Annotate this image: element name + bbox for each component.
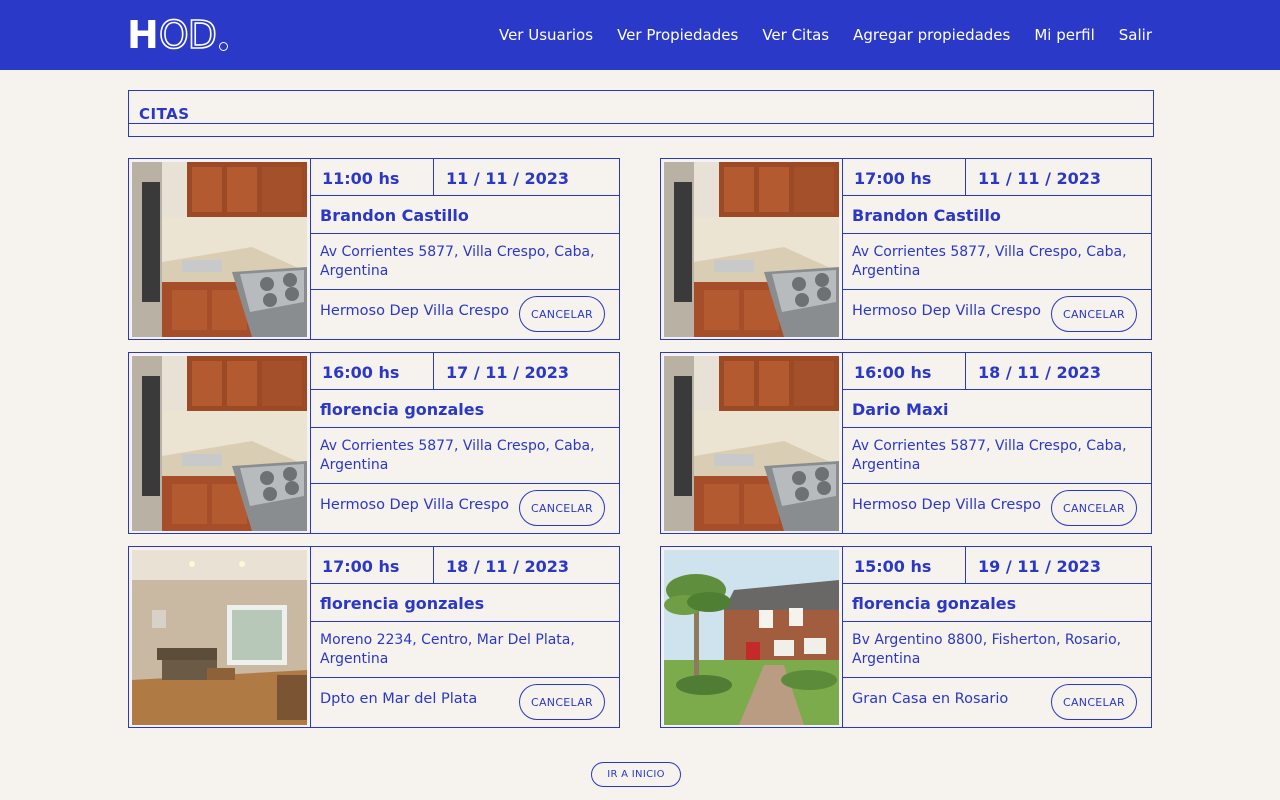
section-divider	[129, 123, 1153, 124]
property-photo	[664, 356, 839, 531]
kitchen-photo	[664, 162, 839, 337]
nav-salir[interactable]: Salir	[1119, 26, 1152, 44]
client-name: florencia gonzales	[310, 390, 619, 428]
property-address: Av Corrientes 5877, Villa Crespo, Caba, …	[842, 234, 1151, 290]
property-title: Dpto en Mar del Plata	[320, 691, 478, 707]
appointment-time: 16:00 hs	[842, 353, 966, 390]
kitchen-photo	[132, 162, 307, 337]
client-name: florencia gonzales	[842, 584, 1151, 622]
top-navbar: H OD Ver Usuarios Ver Propiedades Ver Ci…	[0, 0, 1280, 70]
logo-letters-od: OD	[158, 13, 218, 57]
section-title: CITAS	[139, 105, 190, 123]
main-nav: Ver Usuarios Ver Propiedades Ver Citas A…	[499, 0, 1152, 70]
property-title: Hermoso Dep Villa Crespo	[852, 497, 1041, 513]
appointment-card: 16:00 hs 17 / 11 / 2023 florencia gonzal…	[128, 352, 620, 534]
logo-dot	[218, 42, 228, 51]
go-home-button[interactable]: IR A INICIO	[591, 762, 681, 787]
property-title: Hermoso Dep Villa Crespo	[852, 303, 1041, 319]
property-address: Av Corrientes 5877, Villa Crespo, Caba, …	[842, 428, 1151, 484]
appointment-date: 19 / 11 / 2023	[966, 547, 1151, 584]
appointment-card: 11:00 hs 11 / 11 / 2023 Brandon Castillo…	[128, 158, 620, 340]
hod-logo[interactable]: H OD	[127, 13, 228, 57]
nav-ver-propiedades[interactable]: Ver Propiedades	[617, 26, 738, 44]
property-address: Moreno 2234, Centro, Mar Del Plata, Arge…	[310, 622, 619, 678]
cancel-button[interactable]: CANCELAR	[519, 684, 605, 720]
cancel-button[interactable]: CANCELAR	[519, 490, 605, 526]
appointment-card: 17:00 hs 11 / 11 / 2023 Brandon Castillo…	[660, 158, 1152, 340]
client-name: Brandon Castillo	[842, 196, 1151, 234]
appointment-card: 15:00 hs 19 / 11 / 2023 florencia gonzal…	[660, 546, 1152, 728]
living-room-photo	[132, 550, 307, 725]
kitchen-photo	[664, 356, 839, 531]
cancel-button[interactable]: CANCELAR	[1051, 490, 1137, 526]
appointment-date: 11 / 11 / 2023	[966, 159, 1151, 196]
appointment-time: 15:00 hs	[842, 547, 966, 584]
property-title: Hermoso Dep Villa Crespo	[320, 303, 509, 319]
appointment-time: 11:00 hs	[310, 159, 434, 196]
appointment-card: 17:00 hs 18 / 11 / 2023 florencia gonzal…	[128, 546, 620, 728]
appointment-time: 16:00 hs	[310, 353, 434, 390]
cancel-button[interactable]: CANCELAR	[519, 296, 605, 332]
client-name: Dario Maxi	[842, 390, 1151, 428]
appointment-date: 18 / 11 / 2023	[966, 353, 1151, 390]
section-header: CITAS	[128, 90, 1154, 137]
property-address: Bv Argentino 8800, Fisherton, Rosario, A…	[842, 622, 1151, 678]
property-photo	[664, 162, 839, 337]
property-title: Hermoso Dep Villa Crespo	[320, 497, 509, 513]
appointment-time: 17:00 hs	[842, 159, 966, 196]
kitchen-photo	[132, 356, 307, 531]
nav-mi-perfil[interactable]: Mi perfil	[1034, 26, 1094, 44]
appointment-card: 16:00 hs 18 / 11 / 2023 Dario Maxi Av Co…	[660, 352, 1152, 534]
property-photo	[132, 162, 307, 337]
cancel-button[interactable]: CANCELAR	[1051, 296, 1137, 332]
property-photo	[132, 356, 307, 531]
nav-ver-usuarios[interactable]: Ver Usuarios	[499, 26, 593, 44]
appointment-date: 11 / 11 / 2023	[434, 159, 619, 196]
logo-letter-h: H	[127, 13, 159, 57]
appointment-date: 17 / 11 / 2023	[434, 353, 619, 390]
property-title: Gran Casa en Rosario	[852, 691, 1009, 707]
client-name: Brandon Castillo	[310, 196, 619, 234]
property-address: Av Corrientes 5877, Villa Crespo, Caba, …	[310, 428, 619, 484]
client-name: florencia gonzales	[310, 584, 619, 622]
cancel-button[interactable]: CANCELAR	[1051, 684, 1137, 720]
nav-ver-citas[interactable]: Ver Citas	[762, 26, 829, 44]
appointment-date: 18 / 11 / 2023	[434, 547, 619, 584]
property-photo	[664, 550, 839, 725]
nav-agregar-propiedades[interactable]: Agregar propiedades	[853, 26, 1010, 44]
house-photo	[664, 550, 839, 725]
appointment-time: 17:00 hs	[310, 547, 434, 584]
property-address: Av Corrientes 5877, Villa Crespo, Caba, …	[310, 234, 619, 290]
property-photo	[132, 550, 307, 725]
